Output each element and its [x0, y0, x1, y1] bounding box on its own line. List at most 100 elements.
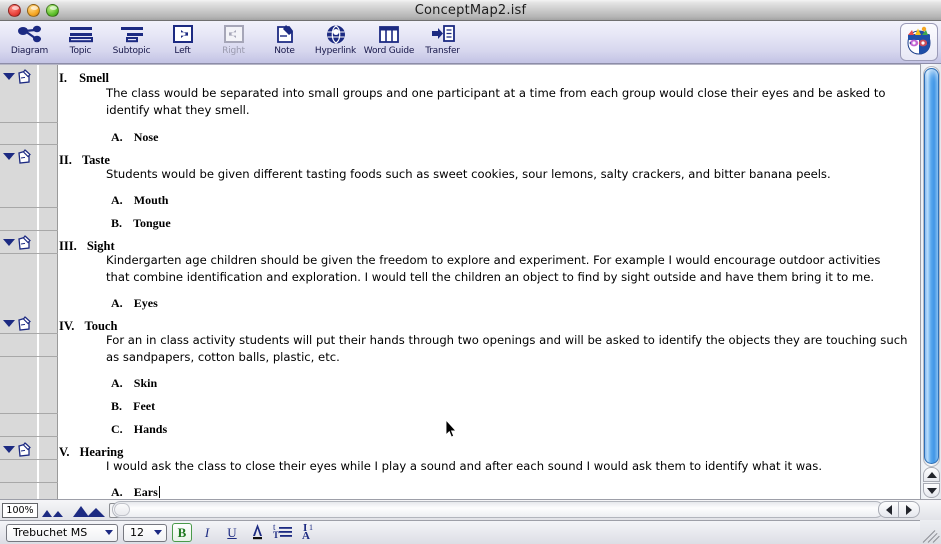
expander-triangle-icon[interactable]: [3, 446, 15, 453]
outline-gutter-markers[interactable]: [39, 65, 58, 499]
font-size-select[interactable]: 12: [123, 523, 167, 542]
horizontal-scrollbar[interactable]: [112, 501, 884, 518]
main-toolbar: Diagram Topic Subtopic Left Right Note H…: [0, 21, 941, 64]
toolbar-button-right: Right: [208, 21, 259, 63]
outline-body-text[interactable]: The class would be separated into small …: [106, 85, 906, 118]
toolbar-button-subtopic[interactable]: Subtopic: [106, 21, 157, 63]
toolbar-button-diagram[interactable]: Diagram: [4, 21, 55, 63]
outline-subtopic-text[interactable]: Feet: [133, 399, 155, 413]
outline-subtopic-row[interactable]: A. Nose: [111, 126, 914, 145]
zoom-level-display[interactable]: 100%: [2, 502, 38, 518]
mountains-large-icon[interactable]: [70, 503, 108, 518]
gutter-row-touch[interactable]: [0, 314, 38, 337]
horizontal-scrollbar-thumb[interactable]: [114, 503, 130, 516]
outline-subtopic-row[interactable]: A. Skin: [111, 372, 914, 391]
arrow-down-icon: [926, 487, 937, 494]
expander-triangle-icon[interactable]: [3, 153, 15, 160]
outline-subtopic-text[interactable]: Eyes: [134, 296, 158, 310]
outline-subtopic-text[interactable]: Skin: [134, 376, 157, 390]
expander-triangle-icon[interactable]: [3, 73, 15, 80]
globe-icon: [321, 23, 351, 45]
outline-subtopic-letter: B.: [111, 399, 123, 413]
note-indicator-icon[interactable]: [17, 316, 32, 337]
vertical-scrollbar[interactable]: [920, 64, 941, 499]
gutter-row-taste[interactable]: [0, 147, 38, 170]
note-indicator-icon[interactable]: [17, 442, 32, 463]
gutter-row-separator: [0, 230, 58, 231]
toolbar-button-transfer[interactable]: Transfer: [417, 21, 468, 63]
toolbar-button-label: Subtopic: [112, 46, 151, 56]
outline-subtopic-row[interactable]: C. Hands: [111, 418, 914, 437]
outline-subtopic-row[interactable]: B. Tongue: [111, 212, 914, 231]
toolbar-button-topic[interactable]: Topic: [55, 21, 106, 63]
note-indicator-icon[interactable]: [17, 149, 32, 170]
scroll-down-button[interactable]: [923, 483, 940, 498]
outline-subtopic-row[interactable]: A. Ears: [111, 481, 914, 499]
outline-subtopic-text[interactable]: Mouth: [134, 193, 169, 207]
scroll-up-button[interactable]: [923, 467, 940, 482]
application-window: ConceptMap2.isf Diagram Topic Subtopic L…: [0, 0, 941, 544]
window-controls: [8, 3, 59, 17]
toolbar-button-label: Hyperlink: [314, 46, 357, 56]
outline-body-text[interactable]: Kindergarten age children should be give…: [106, 252, 906, 285]
arrow-right-icon: [906, 504, 912, 515]
zoom-button[interactable]: [46, 3, 59, 17]
gutter-row-separator: [0, 356, 58, 357]
font-family-select[interactable]: Trebuchet MS: [6, 523, 118, 542]
text-color-button[interactable]: [247, 523, 267, 542]
outline-gutter-controls[interactable]: [0, 65, 38, 499]
outline-subtopic-row[interactable]: A. Eyes: [111, 292, 914, 311]
font-family-value: Trebuchet MS: [13, 526, 88, 539]
outline-subtopic-text[interactable]: Nose: [134, 130, 159, 144]
expander-triangle-icon[interactable]: [3, 239, 15, 246]
chevron-down-icon: [154, 530, 162, 535]
outline-subtopic-text[interactable]: Hands: [134, 422, 167, 436]
gutter-row-smell[interactable]: [0, 67, 38, 90]
underline-button[interactable]: U: [222, 523, 242, 542]
minimize-button[interactable]: [27, 3, 40, 17]
outline-subtopic-text[interactable]: Tongue: [133, 216, 171, 230]
text-size-button[interactable]: I 1 A: [301, 522, 325, 542]
toolbar-button-note[interactable]: Note: [259, 21, 310, 63]
expander-triangle-icon[interactable]: [3, 320, 15, 327]
outline-document[interactable]: I. Smell The class would be separated in…: [0, 64, 941, 499]
line-spacing-button[interactable]: t T: [272, 522, 296, 542]
outline-heading-row[interactable]: I. Smell: [59, 67, 914, 86]
outline-subtopic-letter: A.: [111, 130, 123, 144]
outline-subtopic-row[interactable]: A. Mouth: [111, 189, 914, 208]
close-button[interactable]: [8, 3, 21, 17]
outline-text-column[interactable]: I. Smell The class would be separated in…: [59, 65, 920, 499]
outline-subtopic-letter: B.: [111, 216, 123, 230]
title-bar: ConceptMap2.isf: [0, 0, 941, 21]
outline-heading-text[interactable]: Sight: [87, 239, 115, 253]
outline-heading-text[interactable]: Hearing: [80, 445, 124, 459]
outline-body-text[interactable]: I would ask the class to close their eye…: [106, 458, 906, 475]
scroll-right-button[interactable]: [899, 501, 920, 518]
arrow-left-icon: [885, 504, 892, 515]
gutter-row-sight[interactable]: [0, 233, 38, 256]
gutter-row-hearing[interactable]: [0, 440, 38, 463]
outline-heading-text[interactable]: Taste: [82, 153, 110, 167]
scroll-left-button[interactable]: [878, 501, 899, 518]
outline-body-text[interactable]: Students would be given different tastin…: [106, 166, 906, 183]
toolbar-button-left[interactable]: Left: [157, 21, 208, 63]
outline-subtopic-text[interactable]: Ears: [134, 485, 158, 499]
italic-button[interactable]: I: [197, 523, 217, 542]
note-icon: [270, 23, 300, 45]
toolbar-button-word-guide[interactable]: Word Guide: [361, 21, 417, 63]
bold-button[interactable]: B: [172, 523, 192, 542]
note-indicator-icon[interactable]: [17, 69, 32, 90]
toolbar-button-hyperlink[interactable]: Hyperlink: [310, 21, 361, 63]
gutter-row-separator: [0, 144, 58, 145]
note-indicator-icon[interactable]: [17, 235, 32, 256]
outline-subtopic-row[interactable]: B. Feet: [111, 395, 914, 414]
vertical-scrollbar-thumb[interactable]: [924, 68, 939, 464]
outline-body-text[interactable]: For an in class activity students will p…: [106, 332, 912, 365]
topic-icon: [66, 23, 96, 45]
resize-grip[interactable]: [920, 520, 941, 544]
mountains-small-icon[interactable]: [39, 503, 69, 518]
outline-heading-text[interactable]: Smell: [79, 71, 109, 85]
toolbar-button-label: Word Guide: [363, 46, 415, 56]
app-mascot-icon[interactable]: [900, 23, 938, 61]
outline-heading-text[interactable]: Touch: [85, 319, 118, 333]
